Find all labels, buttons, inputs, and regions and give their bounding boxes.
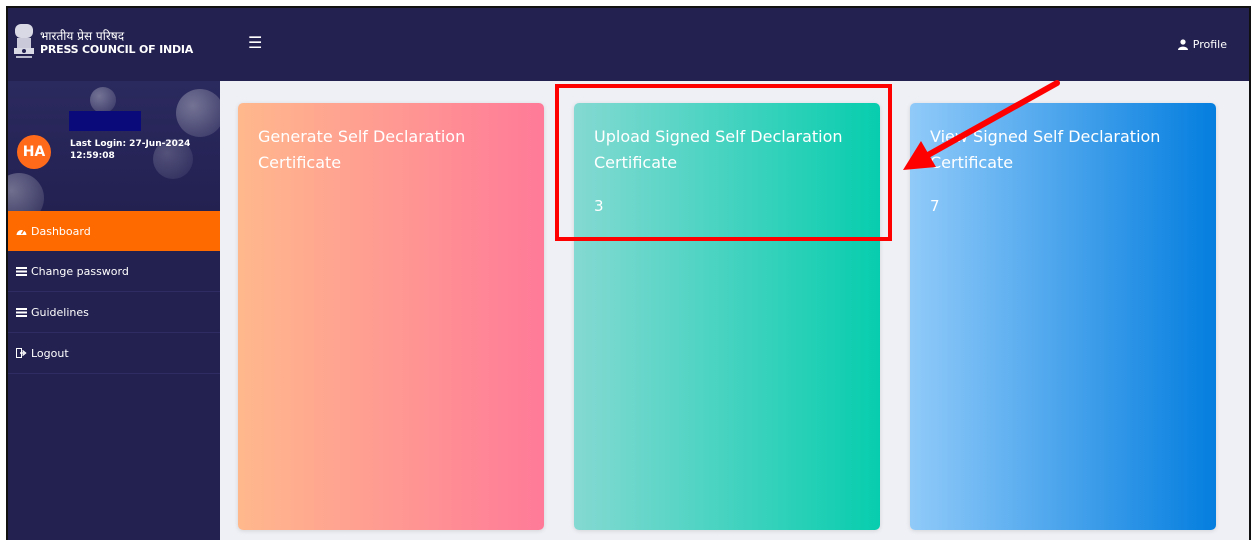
annotation-arrow-icon xyxy=(903,80,1060,170)
